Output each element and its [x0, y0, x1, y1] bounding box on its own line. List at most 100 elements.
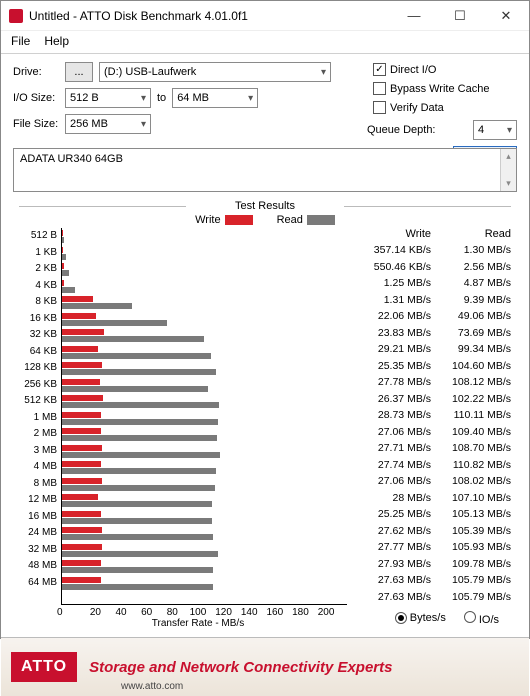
x-tick: 140 — [236, 607, 262, 618]
filesize-label: File Size: — [13, 118, 65, 130]
cell-write: 27.71 MB/s — [351, 442, 431, 454]
bar-write — [62, 412, 101, 418]
y-tick: 2 KB — [19, 261, 57, 278]
bar-write — [62, 511, 101, 517]
bar-read — [62, 353, 211, 359]
bar-read — [62, 419, 218, 425]
cell-write: 27.74 MB/s — [351, 459, 431, 471]
radio-bytes[interactable]: Bytes/s — [395, 612, 446, 624]
drive-label: Drive: — [13, 66, 65, 78]
bar-write — [62, 395, 103, 401]
iosize-from-select[interactable]: 512 B ▾ — [65, 88, 151, 108]
cell-write: 1.25 MB/s — [351, 277, 431, 289]
verify-checkbox[interactable]: Verify Data — [373, 101, 517, 114]
titlebar: Untitled - ATTO Disk Benchmark 4.01.0f1 … — [1, 1, 529, 31]
drive-browse-button[interactable]: ... — [65, 62, 93, 82]
bar-read — [62, 468, 216, 474]
bypass-label: Bypass Write Cache — [390, 83, 489, 95]
bar-write — [62, 544, 102, 550]
bar-write — [62, 494, 98, 500]
cell-write: 28 MB/s — [351, 492, 431, 504]
cell-read: 109.40 MB/s — [431, 426, 511, 438]
y-tick: 3 MB — [19, 443, 57, 460]
bypass-checkbox[interactable]: Bypass Write Cache — [373, 82, 517, 95]
legend-write: Write — [195, 214, 252, 226]
cell-write: 26.37 MB/s — [351, 393, 431, 405]
bar-row — [62, 492, 347, 509]
table-row: 1.31 MB/s9.39 MB/s — [351, 292, 511, 309]
scrollbar[interactable]: ▴▾ — [500, 149, 516, 191]
bar-write — [62, 461, 101, 467]
bar-write — [62, 296, 93, 302]
filesize-select[interactable]: 256 MB ▾ — [65, 114, 151, 134]
col-write: Write — [351, 228, 431, 240]
y-tick: 1 KB — [19, 245, 57, 262]
scroll-up-icon[interactable]: ▴ — [506, 151, 511, 162]
device-list[interactable]: ADATA UR340 64GB ▴▾ — [13, 148, 517, 192]
chevron-down-icon: ▾ — [507, 125, 512, 136]
table-row: 26.37 MB/s102.22 MB/s — [351, 391, 511, 408]
window-title: Untitled - ATTO Disk Benchmark 4.01.0f1 — [29, 9, 391, 23]
iosize-to-select[interactable]: 64 MB ▾ — [172, 88, 258, 108]
bar-write — [62, 428, 101, 434]
maximize-button[interactable]: ☐ — [437, 1, 483, 31]
bar-row — [62, 360, 347, 377]
direct-io-checkbox[interactable]: ✓Direct I/O — [373, 63, 517, 76]
menu-file[interactable]: File — [11, 34, 30, 48]
x-tick: 40 — [108, 607, 134, 618]
bar-read — [62, 336, 204, 342]
bar-write — [62, 329, 104, 335]
close-button[interactable]: ✕ — [483, 1, 529, 31]
bar-row — [62, 294, 347, 311]
bar-row — [62, 443, 347, 460]
cell-write: 25.25 MB/s — [351, 508, 431, 520]
y-tick: 8 MB — [19, 476, 57, 493]
x-tick: 0 — [57, 607, 83, 618]
bar-read — [62, 518, 212, 524]
table-row: 357.14 KB/s1.30 MB/s — [351, 242, 511, 259]
table-row: 27.78 MB/s108.12 MB/s — [351, 374, 511, 391]
table-row: 25.25 MB/s105.13 MB/s — [351, 506, 511, 523]
minimize-button[interactable]: — — [391, 1, 437, 31]
table-row: 27.71 MB/s108.70 MB/s — [351, 440, 511, 457]
bar-row — [62, 509, 347, 526]
y-tick: 1 MB — [19, 410, 57, 427]
bar-row — [62, 278, 347, 295]
table-row: 27.62 MB/s105.39 MB/s — [351, 523, 511, 540]
cell-write: 27.63 MB/s — [351, 574, 431, 586]
cell-read: 2.56 MB/s — [431, 261, 511, 273]
y-tick: 24 MB — [19, 525, 57, 542]
bar-row — [62, 377, 347, 394]
cell-read: 108.12 MB/s — [431, 376, 511, 388]
bar-read — [62, 254, 66, 260]
bar-read — [62, 584, 213, 590]
table-row: 27.74 MB/s110.82 MB/s — [351, 457, 511, 474]
table-row: 1.25 MB/s4.87 MB/s — [351, 275, 511, 292]
radio-io[interactable]: IO/s — [464, 611, 499, 626]
x-tick: 20 — [83, 607, 109, 618]
cell-write: 22.06 MB/s — [351, 310, 431, 322]
bar-read — [62, 270, 69, 276]
cell-read: 105.93 MB/s — [431, 541, 511, 553]
cell-write: 27.77 MB/s — [351, 541, 431, 553]
table-row: 27.63 MB/s105.79 MB/s — [351, 572, 511, 589]
y-tick: 64 MB — [19, 575, 57, 592]
queue-select[interactable]: 4 ▾ — [473, 120, 517, 140]
bar-write — [62, 263, 64, 269]
x-tick: 60 — [134, 607, 160, 618]
iosize-from-value: 512 B — [70, 92, 99, 104]
chevron-down-icon: ▾ — [321, 67, 326, 78]
x-tick: 160 — [262, 607, 288, 618]
y-tick: 48 MB — [19, 558, 57, 575]
cell-read: 107.10 MB/s — [431, 492, 511, 504]
bar-write — [62, 230, 63, 236]
chart-x-label: Transfer Rate - MB/s — [57, 618, 339, 629]
scroll-down-icon[interactable]: ▾ — [506, 178, 511, 189]
iosize-label: I/O Size: — [13, 92, 65, 104]
y-tick: 16 KB — [19, 311, 57, 328]
drive-select[interactable]: (D:) USB-Laufwerk ▾ — [99, 62, 331, 82]
iosize-to-label: to — [157, 92, 166, 104]
x-tick: 200 — [313, 607, 339, 618]
menu-help[interactable]: Help — [44, 34, 69, 48]
bar-row — [62, 245, 347, 262]
